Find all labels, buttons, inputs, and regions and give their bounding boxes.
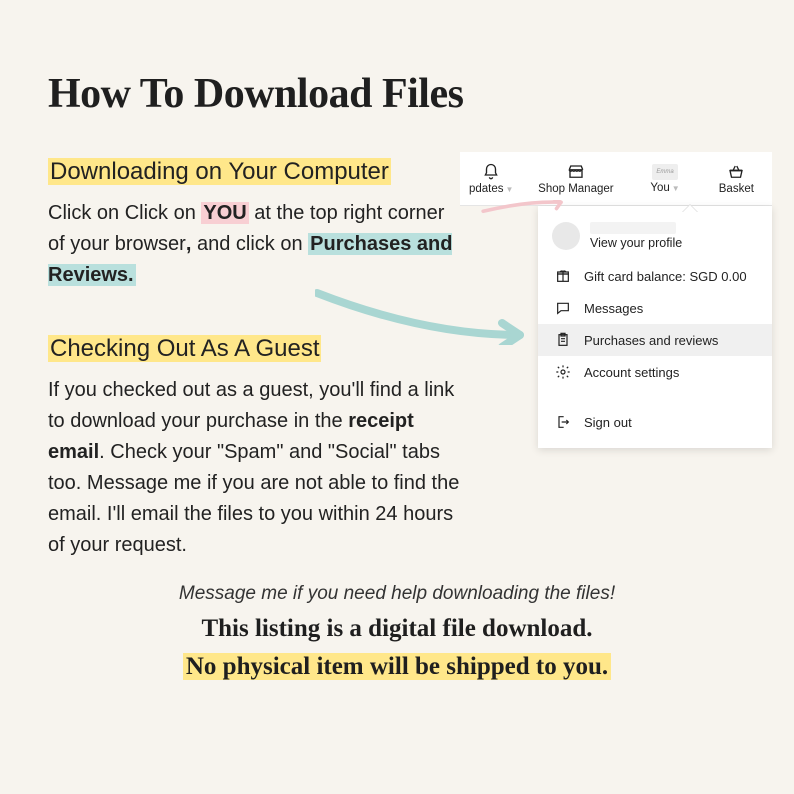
footer-highlight: No physical item will be shipped to you. <box>183 653 611 680</box>
nav-shop-label: Shop Manager <box>538 183 613 195</box>
you-dropdown: View your profile Gift card balance: SGD… <box>538 206 772 448</box>
footer-no-ship: No physical item will be shipped to you. <box>48 653 746 681</box>
help-line: Message me if you need help downloading … <box>48 583 746 605</box>
message-icon <box>554 300 572 316</box>
footer-digital: This listing is a digital file download. <box>48 615 746 643</box>
nav-you[interactable]: Emma You▼ <box>629 152 700 205</box>
gift-icon <box>554 268 572 284</box>
basket-icon <box>727 163 745 181</box>
avatar <box>552 222 580 250</box>
dropdown-messages[interactable]: Messages <box>538 292 772 324</box>
dropdown-account[interactable]: Account settings <box>538 356 772 388</box>
section-heading-guest: Checking Out As A Guest <box>48 335 321 362</box>
dropdown-purchases-label: Purchases and reviews <box>584 333 718 348</box>
gear-icon <box>554 364 572 380</box>
signout-icon <box>554 414 572 430</box>
text-fragment: Click on Click on <box>48 202 201 224</box>
dropdown-messages-label: Messages <box>584 301 643 316</box>
dropdown-signout[interactable]: Sign out <box>538 406 772 438</box>
nav-updates-label: pdates <box>469 183 504 195</box>
dropdown-signout-label: Sign out <box>584 415 632 430</box>
profile-name-placeholder <box>590 222 676 234</box>
dropdown-gift-card[interactable]: Gift card balance: SGD 0.00 <box>538 260 772 292</box>
text-fragment: . Check your "Spam" and "Social" tabs to… <box>48 441 459 556</box>
nav-shop-manager[interactable]: Shop Manager <box>522 152 629 205</box>
dropdown-caret <box>682 205 698 213</box>
nav-basket-label: Basket <box>719 183 754 195</box>
section-heading-computer: Downloading on Your Computer <box>48 158 391 185</box>
clipboard-icon <box>554 332 572 348</box>
chevron-down-icon: ▼ <box>506 185 514 194</box>
view-profile-link[interactable]: View your profile <box>590 236 682 250</box>
nav-you-label: You <box>650 182 669 194</box>
nav-updates[interactable]: pdates▼ <box>460 152 522 205</box>
bell-icon <box>482 163 500 181</box>
section2-body: If you checked out as a guest, you'll fi… <box>48 375 463 561</box>
etsy-ui-mock: pdates▼ Shop Manager Emma You▼ Basket Vi… <box>460 152 772 448</box>
page-title: How To Download Files <box>48 70 746 118</box>
dropdown-gift-label: Gift card balance: SGD 0.00 <box>584 269 747 284</box>
dropdown-account-label: Account settings <box>584 365 679 380</box>
nav-basket[interactable]: Basket <box>701 152 772 205</box>
etsy-top-nav: pdates▼ Shop Manager Emma You▼ Basket <box>460 152 772 206</box>
chevron-down-icon: ▼ <box>672 184 680 193</box>
you-avatar: Emma <box>652 164 678 180</box>
dropdown-purchases[interactable]: Purchases and reviews <box>538 324 772 356</box>
section1-body: Click on Click on YOU at the top right c… <box>48 198 463 291</box>
shop-icon <box>567 163 585 181</box>
you-highlight: YOU <box>201 202 248 224</box>
dropdown-profile[interactable]: View your profile <box>538 212 772 260</box>
text-fragment: and click on <box>191 233 308 255</box>
